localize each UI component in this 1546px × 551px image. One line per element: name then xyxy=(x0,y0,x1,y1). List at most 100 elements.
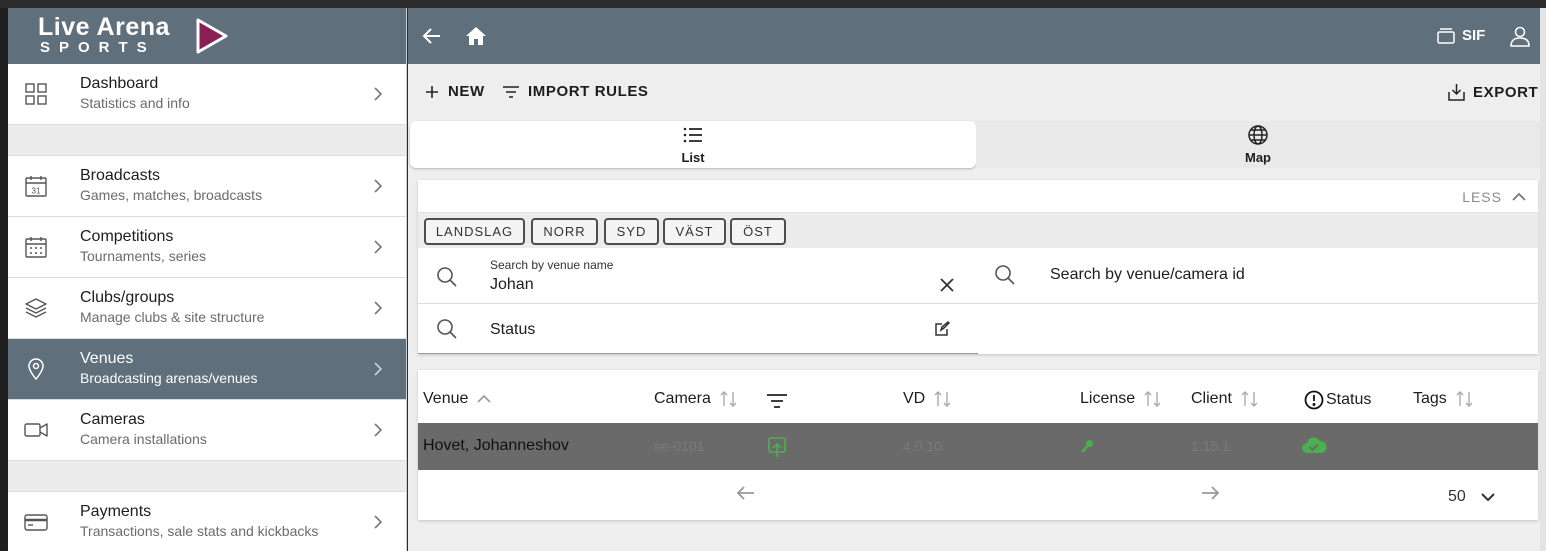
chevron-right-icon xyxy=(374,362,383,376)
alert-circle-icon xyxy=(1304,390,1324,410)
back-arrow-icon[interactable] xyxy=(420,24,444,48)
sidebar-item-competitions[interactable]: Competitions Tournaments, series xyxy=(8,217,406,278)
main-content: SIF NEW IMPORT RULES EXPORT List Map LES… xyxy=(408,8,1540,551)
home-icon[interactable] xyxy=(464,24,488,48)
chip-syd[interactable]: SYD xyxy=(604,218,659,245)
filter-panel: LESS LANDSLAG NORR SYD VÄST ÖST Search b… xyxy=(418,180,1538,354)
cell-vd: 4.0.10 xyxy=(903,438,942,454)
sidebar-item-title: Broadcasts xyxy=(80,167,161,184)
sort-both-icon xyxy=(1144,391,1161,407)
status-placeholder: Status xyxy=(490,321,536,338)
brand-line2: SPORTS xyxy=(40,39,156,56)
sidebar-item-clubs[interactable]: Clubs/groups Manage clubs & site structu… xyxy=(8,278,406,339)
sidebar-item-subtitle: Broadcasting arenas/venues xyxy=(80,370,258,386)
sort-both-icon xyxy=(1456,391,1473,407)
sidebar-item-subtitle: Tournaments, series xyxy=(80,248,207,264)
license-key-icon[interactable] xyxy=(1080,439,1094,453)
venue-id-search[interactable]: Search by venue/camera id xyxy=(978,248,1538,304)
layers-icon xyxy=(25,298,47,318)
chevron-right-icon xyxy=(374,240,383,254)
chip-ost[interactable]: ÖST xyxy=(730,218,786,245)
window-top-strip xyxy=(0,0,1546,8)
column-venue[interactable]: Venue xyxy=(423,390,492,408)
user-account-icon[interactable] xyxy=(1508,24,1532,48)
column-filter-icon[interactable] xyxy=(766,393,788,409)
sidebar-item-subtitle: Statistics and info xyxy=(80,95,190,111)
column-tags[interactable]: Tags xyxy=(1413,390,1475,408)
logo-bar: Live Arena SPORTS xyxy=(8,8,406,64)
sidebar-divider xyxy=(8,461,406,492)
clear-icon[interactable] xyxy=(939,277,955,293)
org-label[interactable]: SIF xyxy=(1462,27,1485,44)
sidebar-item-cameras[interactable]: Cameras Camera installations xyxy=(8,400,406,461)
column-vd[interactable]: VD xyxy=(903,390,953,408)
sidebar-item-venues[interactable]: Venues Broadcasting arenas/venues xyxy=(8,339,406,400)
window-left-edge xyxy=(0,8,8,551)
sort-both-icon xyxy=(720,391,737,407)
column-status[interactable]: Status xyxy=(1304,390,1371,410)
chip-norr[interactable]: NORR xyxy=(531,218,598,245)
sidebar-item-broadcasts[interactable]: 31 Broadcasts Games, matches, broadcasts xyxy=(8,156,406,217)
previous-page-icon[interactable] xyxy=(736,485,756,501)
new-button[interactable]: NEW xyxy=(424,83,485,100)
venue-id-placeholder: Search by venue/camera id xyxy=(1050,266,1245,283)
chevron-right-icon xyxy=(374,423,383,437)
sidebar: Live Arena SPORTS Dashboard Statistics a… xyxy=(8,8,407,551)
edit-icon[interactable] xyxy=(934,321,950,337)
rows-per-page-select[interactable]: 50 xyxy=(1448,488,1496,506)
sidebar-item-title: Competitions xyxy=(80,228,174,245)
less-label: LESS xyxy=(1462,189,1502,205)
chevron-right-icon xyxy=(374,87,383,101)
brand-logo[interactable]: Live Arena SPORTS xyxy=(38,14,170,56)
sidebar-item-subtitle: Games, matches, broadcasts xyxy=(80,187,263,203)
org-card-icon[interactable] xyxy=(1436,26,1456,46)
window-right-edge xyxy=(1540,8,1546,551)
cell-camera: se-0101 xyxy=(654,438,705,454)
import-rules-button[interactable]: IMPORT RULES xyxy=(502,83,649,100)
venue-name-search[interactable]: Search by venue name Johan xyxy=(418,248,978,304)
calendar-31-icon: 31 xyxy=(25,176,47,197)
search-icon xyxy=(437,319,457,339)
venue-name-label: Search by venue name xyxy=(490,258,614,272)
plus-icon xyxy=(426,85,438,98)
table-row[interactable]: Hovet, Johanneshov se-0101 4.0.10 1.15.1 xyxy=(418,423,1538,470)
view-tabs: List Map xyxy=(410,121,1540,168)
sidebar-item-title: Payments xyxy=(80,503,152,520)
venues-table: Venue Camera VD License Client Status Ta… xyxy=(418,370,1538,520)
venue-name-value[interactable]: Johan xyxy=(490,276,534,294)
column-tags-label: Tags xyxy=(1413,390,1447,407)
list-icon xyxy=(683,127,702,143)
chevron-right-icon xyxy=(374,301,383,315)
column-license-label: License xyxy=(1080,390,1136,407)
dashboard-grid-icon xyxy=(25,83,47,105)
status-field[interactable]: Status xyxy=(418,304,978,354)
download-icon xyxy=(1448,84,1465,101)
rows-per-page-value: 50 xyxy=(1448,488,1466,505)
import-rules-label: IMPORT RULES xyxy=(528,83,649,100)
cloud-done-icon[interactable] xyxy=(1301,435,1327,455)
column-client[interactable]: Client xyxy=(1191,390,1260,408)
sidebar-item-payments[interactable]: Payments Transactions, sale stats and ki… xyxy=(8,492,406,551)
column-license[interactable]: License xyxy=(1080,390,1163,408)
cell-client: 1.15.1 xyxy=(1191,438,1230,454)
less-toggle[interactable]: LESS xyxy=(1462,189,1526,205)
location-pin-icon xyxy=(28,358,44,381)
chip-vast[interactable]: VÄST xyxy=(663,218,726,245)
tab-map[interactable]: Map xyxy=(976,121,1540,168)
column-camera-label: Camera xyxy=(654,390,711,407)
sidebar-divider xyxy=(8,125,406,156)
chevron-right-icon xyxy=(374,179,383,193)
sort-up-icon xyxy=(477,394,491,403)
export-button[interactable]: EXPORT xyxy=(1448,83,1538,101)
tab-list[interactable]: List xyxy=(410,121,976,168)
column-camera[interactable]: Camera xyxy=(654,390,739,408)
upload-status-icon[interactable] xyxy=(767,436,787,458)
chip-landslag[interactable]: LANDSLAG xyxy=(424,218,525,245)
cell-venue[interactable]: Hovet, Johanneshov xyxy=(423,437,569,455)
sidebar-item-title: Dashboard xyxy=(80,75,159,92)
export-label: EXPORT xyxy=(1473,83,1539,101)
sidebar-item-dashboard[interactable]: Dashboard Statistics and info xyxy=(8,64,406,125)
chevron-right-icon xyxy=(374,515,383,529)
column-venue-label: Venue xyxy=(423,390,469,407)
next-page-icon[interactable] xyxy=(1200,485,1220,501)
